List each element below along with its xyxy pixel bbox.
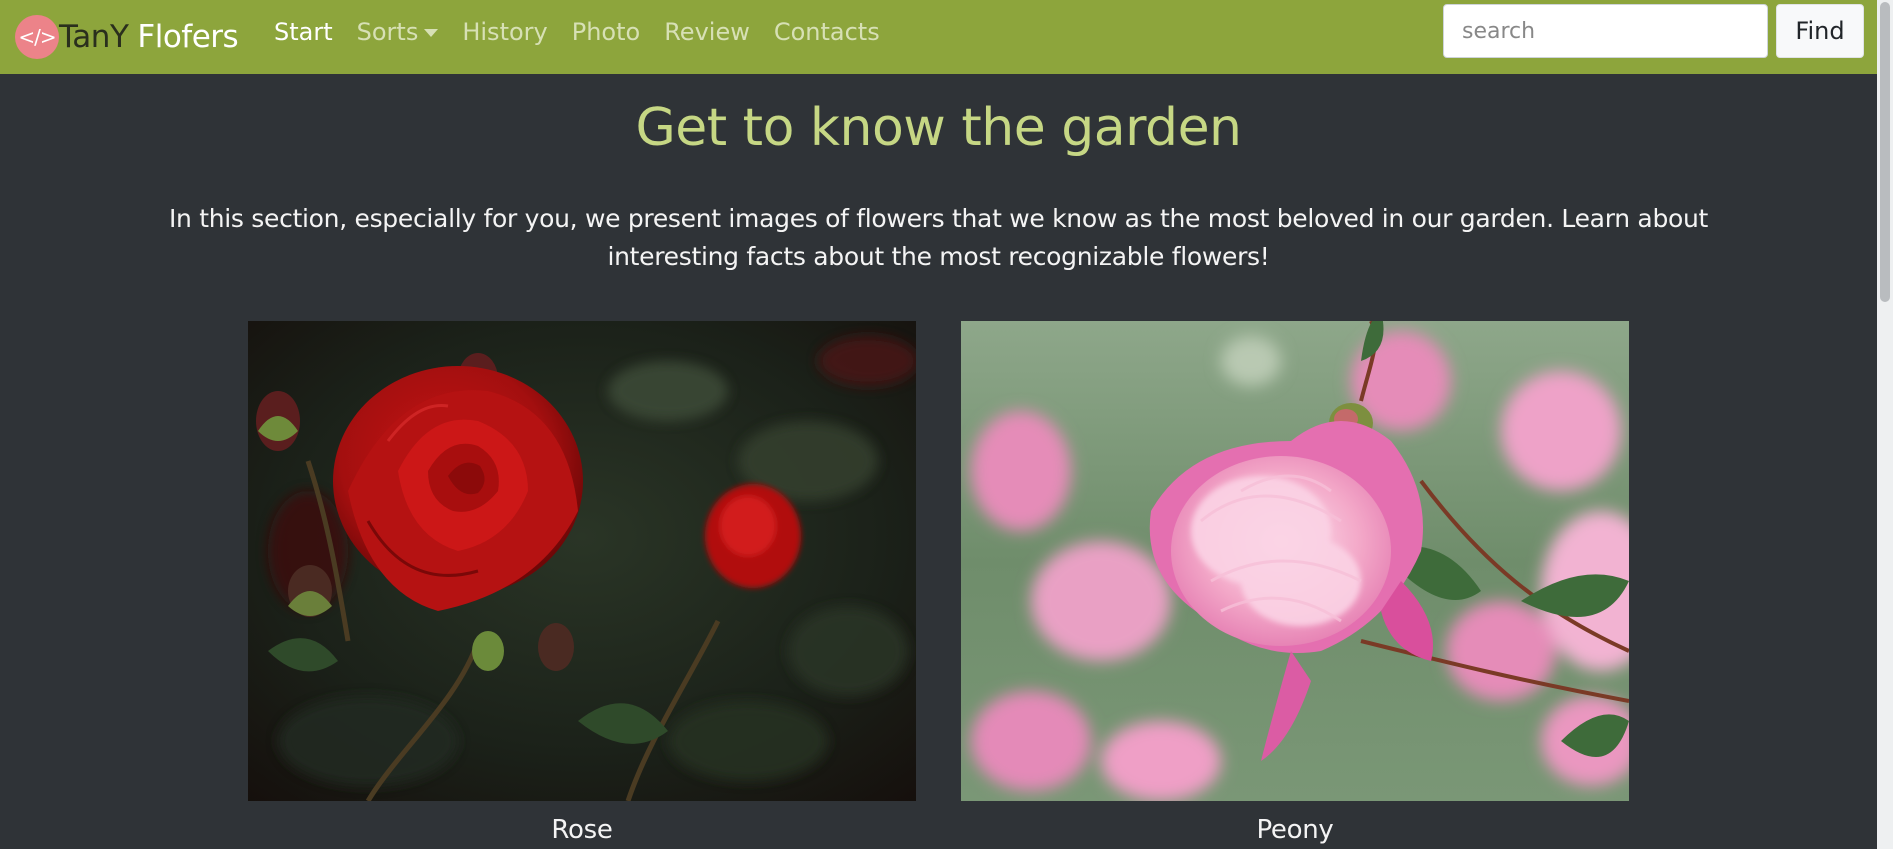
brand-link[interactable]: </> TanY Flofers xyxy=(15,8,239,66)
code-logo-icon: </> xyxy=(15,15,59,59)
nav-link-sorts-dropdown[interactable]: Sorts xyxy=(357,18,439,46)
peony-photo xyxy=(961,321,1629,801)
brand-name-part2: Flofers xyxy=(137,19,239,55)
peony-caption: Peony xyxy=(1256,815,1334,845)
flower-card-peony: Peony xyxy=(961,321,1629,845)
vertical-scrollbar[interactable] xyxy=(1877,0,1893,849)
scrollbar-thumb[interactable] xyxy=(1880,2,1890,302)
nav-link-review[interactable]: Review xyxy=(664,18,750,46)
caret-down-icon xyxy=(424,29,439,37)
page-title: Get to know the garden xyxy=(635,98,1242,158)
search-input[interactable] xyxy=(1443,4,1768,58)
nav-link-start[interactable]: Start xyxy=(274,18,333,46)
navbar: </> TanY Flofers Start Sorts History Pho… xyxy=(0,0,1893,74)
nav-link-contacts[interactable]: Contacts xyxy=(774,18,880,46)
brand-name: TanY Flofers xyxy=(59,19,239,55)
flower-card-rose: Rose xyxy=(248,321,916,845)
nav-link-sorts-label: Sorts xyxy=(356,18,419,46)
main-nav: Start Sorts History Photo Review Contact… xyxy=(274,0,880,64)
nav-link-history[interactable]: History xyxy=(462,18,547,46)
nav-link-photo[interactable]: Photo xyxy=(572,18,640,46)
find-button[interactable]: Find xyxy=(1776,4,1864,58)
rose-caption: Rose xyxy=(551,815,613,845)
rose-photo xyxy=(248,321,916,801)
brand-name-part1: TanY xyxy=(59,19,129,55)
intro-text: In this section, especially for you, we … xyxy=(168,204,1709,271)
